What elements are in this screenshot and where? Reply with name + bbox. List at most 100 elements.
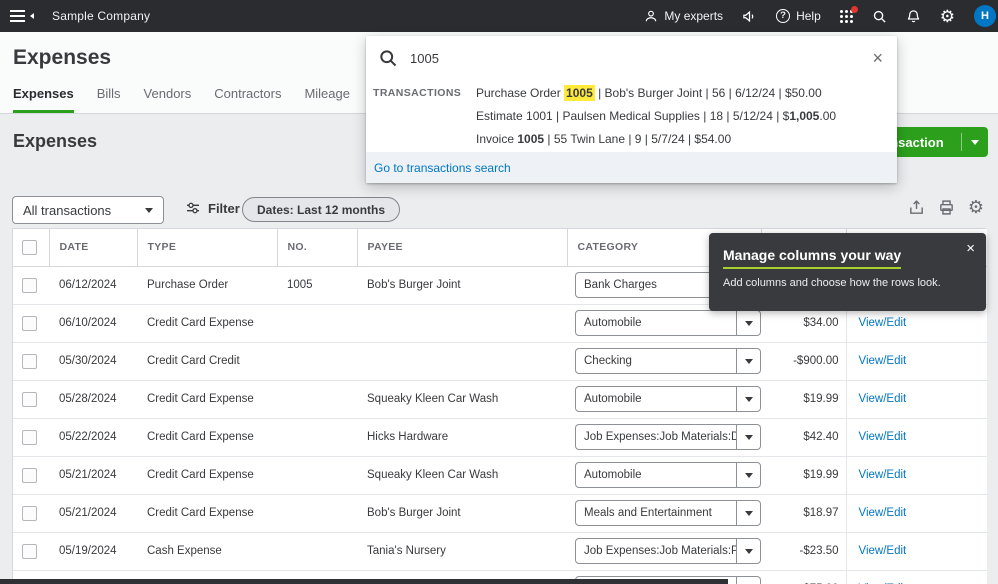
apps-grid-button[interactable]	[840, 10, 853, 23]
row-checkbox[interactable]	[22, 544, 37, 559]
chevron-down-icon[interactable]	[736, 424, 760, 450]
chevron-down-icon[interactable]	[736, 538, 760, 564]
chevron-down-icon[interactable]	[736, 310, 760, 336]
filter-button[interactable]: Filter	[185, 200, 240, 216]
dates-filter-chip[interactable]: Dates: Last 12 months	[242, 197, 400, 222]
search-result-item[interactable]: Invoice 1005 | 55 Twin Lane | 9 | 5/7/24…	[476, 128, 889, 151]
settings-button[interactable]: ⚙	[940, 8, 955, 25]
cell-payee: Squeaky Kleen Car Wash	[357, 380, 567, 418]
print-button[interactable]	[938, 199, 955, 216]
table-row: 05/21/2024Credit Card ExpenseBob's Burge…	[13, 494, 987, 532]
export-icon	[908, 199, 925, 216]
collapse-arrow-icon	[30, 13, 34, 19]
category-select[interactable]: Automobile	[575, 462, 761, 488]
search-result-text: .00	[819, 109, 836, 123]
category-select[interactable]: Job Expenses:Job Materials:Pl	[575, 538, 761, 564]
tab-bills[interactable]: Bills	[97, 86, 121, 113]
megaphone-icon	[742, 9, 757, 24]
select-all-checkbox[interactable]	[22, 240, 37, 255]
chevron-down-icon[interactable]	[736, 386, 760, 412]
hamburger-bars	[10, 10, 25, 22]
cell-payee: Squeaky Kleen Car Wash	[357, 456, 567, 494]
cell-date: 06/10/2024	[49, 304, 137, 342]
category-select[interactable]: Meals and Entertainment	[575, 500, 761, 526]
go-to-transactions-search-link[interactable]: Go to transactions search	[374, 161, 511, 175]
row-checkbox[interactable]	[22, 392, 37, 407]
transactions-filter-select[interactable]: All transactions	[12, 196, 164, 224]
chevron-down-icon[interactable]	[736, 348, 760, 374]
tab-expenses[interactable]: Expenses	[13, 86, 74, 113]
search-input[interactable]	[410, 51, 872, 66]
chevron-down-icon[interactable]	[736, 500, 760, 526]
category-select[interactable]: Automobile	[575, 386, 761, 412]
search-result-text: Estimate 1001 | Paulsen Medical Supplies…	[476, 109, 789, 123]
tabs: Expenses Bills Vendors Contractors Mileage	[13, 86, 350, 113]
chevron-down-icon[interactable]	[736, 576, 760, 584]
close-icon[interactable]: ×	[966, 241, 975, 256]
feedback-button[interactable]	[742, 9, 757, 24]
cell-type: Credit Card Expense	[137, 380, 277, 418]
row-checkbox[interactable]	[22, 316, 37, 331]
row-checkbox[interactable]	[22, 354, 37, 369]
view-edit-link[interactable]: View/Edit	[859, 469, 907, 481]
row-checkbox[interactable]	[22, 506, 37, 521]
search-result-item[interactable]: Purchase Order 1005 | Bob's Burger Joint…	[476, 82, 889, 105]
export-button[interactable]	[908, 199, 925, 216]
cell-type: Cash Expense	[137, 532, 277, 570]
category-value: Job Expenses:Job Materials:De	[576, 431, 736, 443]
filter-bar: All transactions Filter Dates: Last 12 m…	[0, 196, 998, 224]
table-row: 05/30/2024Credit Card CreditChecking-$90…	[13, 342, 987, 380]
cell-total: $19.99	[761, 456, 846, 494]
category-value: Automobile	[576, 469, 736, 481]
table-tools: ⚙	[908, 198, 984, 216]
cell-total: $18.97	[761, 494, 846, 532]
category-select[interactable]: Checking	[575, 348, 761, 374]
help-button[interactable]: ? Help	[776, 9, 821, 23]
expenses-table-body: 06/12/2024Purchase Order1005Bob's Burger…	[13, 266, 987, 584]
section-title: Expenses	[13, 131, 97, 152]
cell-payee: Bob's Burger Joint	[357, 494, 567, 532]
view-edit-link[interactable]: View/Edit	[859, 507, 907, 519]
row-checkbox[interactable]	[22, 430, 37, 445]
table-settings-button[interactable]: ⚙	[968, 198, 984, 216]
bell-icon	[906, 9, 921, 24]
search-result-item[interactable]: Estimate 1001 | Paulsen Medical Supplies…	[476, 105, 889, 128]
view-edit-link[interactable]: View/Edit	[859, 355, 907, 367]
search-icon	[378, 48, 398, 68]
category-select[interactable]: Automobile	[575, 310, 761, 336]
tooltip-title: Manage columns your way	[723, 247, 901, 269]
cell-payee: Hicks Hardware	[357, 418, 567, 456]
menu-icon[interactable]	[10, 10, 34, 22]
search-button[interactable]	[872, 9, 887, 24]
search-result-text: 1,005	[789, 109, 819, 123]
tab-mileage[interactable]: Mileage	[304, 86, 350, 113]
help-label: Help	[796, 9, 821, 23]
filter-sliders-icon	[185, 200, 201, 216]
my-experts-button[interactable]: My experts	[644, 9, 723, 23]
chevron-down-icon[interactable]	[736, 462, 760, 488]
filter-label: Filter	[208, 201, 240, 216]
cell-type: Credit Card Expense	[137, 456, 277, 494]
category-select[interactable]: Job Expenses:Job Materials:De	[575, 424, 761, 450]
cell-total: $75.00	[761, 570, 846, 584]
view-edit-link[interactable]: View/Edit	[859, 393, 907, 405]
row-checkbox[interactable]	[22, 278, 37, 293]
cell-date: 05/19/2024	[49, 532, 137, 570]
tab-contractors[interactable]: Contractors	[214, 86, 281, 113]
chevron-down-icon[interactable]	[962, 140, 988, 145]
search-result-text: Purchase Order	[476, 86, 564, 100]
search-result-text: 1005	[517, 132, 544, 146]
tab-vendors[interactable]: Vendors	[144, 86, 192, 113]
cell-payee	[357, 304, 567, 342]
close-icon[interactable]: ×	[872, 49, 883, 67]
view-edit-link[interactable]: View/Edit	[859, 545, 907, 557]
tooltip-body: Add columns and choose how the rows look…	[723, 277, 972, 289]
view-edit-link[interactable]: View/Edit	[859, 317, 907, 329]
notifications-button[interactable]	[906, 9, 921, 24]
avatar[interactable]: H	[974, 5, 996, 27]
view-edit-link[interactable]: View/Edit	[859, 431, 907, 443]
notification-dot	[851, 6, 858, 13]
my-experts-label: My experts	[664, 9, 723, 23]
row-checkbox[interactable]	[22, 468, 37, 483]
bottom-dark-strip	[0, 579, 728, 584]
